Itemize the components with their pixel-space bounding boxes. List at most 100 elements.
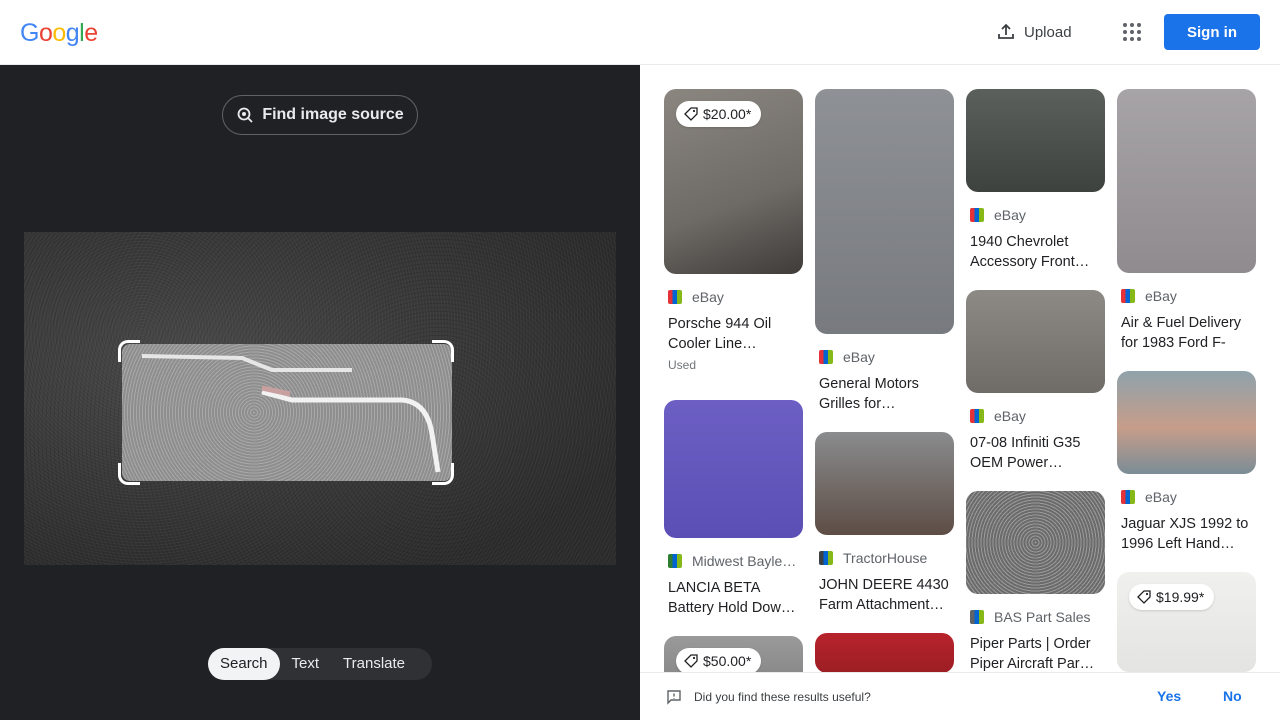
query-image-pane: Find image source Search Text Translate: [0, 65, 640, 720]
tab-translate[interactable]: Translate: [331, 648, 417, 680]
result-source-name: eBay: [1145, 288, 1177, 304]
result-card[interactable]: $50.00*: [664, 636, 803, 672]
result-thumbnail[interactable]: $20.00*: [664, 89, 803, 274]
price-tag-icon: [1137, 590, 1151, 604]
price-label: $19.99*: [1156, 589, 1205, 605]
result-source-name: eBay: [692, 289, 724, 305]
feedback-yes-button[interactable]: Yes: [1157, 688, 1181, 704]
crop-handle-top-left[interactable]: [118, 340, 140, 362]
site-favicon-icon: [970, 409, 984, 423]
site-favicon-icon: [668, 290, 682, 304]
results-column: eBay 1940 Chevrolet Accessory Front… eBay 0…: [966, 89, 1105, 672]
site-favicon-icon: [970, 208, 984, 222]
result-condition: Used: [668, 358, 697, 372]
tab-search[interactable]: Search: [208, 648, 280, 680]
result-title[interactable]: Porsche 944 Oil Cooler Line…: [668, 314, 803, 354]
query-photo: [24, 232, 616, 565]
price-badge: $50.00*: [676, 648, 762, 672]
price-badge: $20.00*: [676, 101, 762, 127]
result-source-name: TractorHouse: [843, 550, 928, 566]
result-thumbnail[interactable]: $19.99*: [1117, 572, 1256, 672]
sign-in-button[interactable]: Sign in: [1164, 14, 1260, 50]
result-card[interactable]: eBay 07-08 Infiniti G35 OEM Power…: [966, 290, 1105, 473]
result-title[interactable]: JOHN DEERE 4430 Farm Attachment…: [819, 575, 954, 615]
result-source-name: eBay: [1145, 489, 1177, 505]
result-title[interactable]: General Motors Grilles for…: [819, 374, 954, 414]
mode-switcher: Search Text Translate: [208, 648, 432, 680]
result-source[interactable]: eBay: [819, 348, 954, 366]
result-thumbnail[interactable]: [966, 89, 1105, 192]
result-thumbnail[interactable]: [815, 633, 954, 672]
upload-icon: [998, 23, 1014, 39]
result-title[interactable]: Air & Fuel Delivery for 1983 Ford F-15…: [1121, 313, 1256, 353]
result-thumbnail[interactable]: [966, 290, 1105, 393]
apps-grid-icon[interactable]: [1116, 16, 1148, 48]
site-favicon-icon: [819, 350, 833, 364]
result-card[interactable]: $20.00* eBay Porsche 944 Oil Cooler Line… U…: [664, 89, 803, 372]
feedback-icon: [667, 690, 681, 705]
result-source[interactable]: Midwest Bayle…: [668, 552, 803, 570]
site-favicon-icon: [819, 551, 833, 565]
crop-handle-bottom-right[interactable]: [432, 463, 454, 485]
result-card[interactable]: eBay Air & Fuel Delivery for 1983 Ford F-…: [1117, 89, 1256, 353]
crop-selection[interactable]: [122, 344, 452, 481]
crop-handle-top-right[interactable]: [432, 340, 454, 362]
result-title[interactable]: 07-08 Infiniti G35 OEM Power…: [970, 433, 1105, 473]
result-card[interactable]: BAS Part Sales Piper Parts | Order Piper …: [966, 491, 1105, 672]
result-source-name: eBay: [994, 408, 1026, 424]
result-title[interactable]: Piper Parts | Order Piper Aircraft Par…: [970, 634, 1105, 672]
result-source[interactable]: BAS Part Sales: [970, 608, 1105, 626]
result-thumbnail[interactable]: [815, 89, 954, 334]
result-card[interactable]: Midwest Bayle… LANCIA BETA Battery Hold D…: [664, 400, 803, 618]
site-favicon-icon: [1121, 490, 1135, 504]
results-column: $20.00* eBay Porsche 944 Oil Cooler Line… U…: [664, 89, 803, 672]
find-image-source-label: Find image source: [262, 106, 404, 123]
site-favicon-icon: [1121, 289, 1135, 303]
result-source-name: Midwest Bayle…: [692, 553, 797, 569]
lens-search-icon: [237, 107, 253, 123]
result-title[interactable]: Jaguar XJS 1992 to 1996 Left Hand…: [1121, 514, 1256, 554]
result-source[interactable]: eBay: [1121, 287, 1256, 305]
feedback-question: Did you find these results useful?: [694, 689, 871, 704]
result-card[interactable]: eBay 1940 Chevrolet Accessory Front…: [966, 89, 1105, 272]
result-thumbnail[interactable]: [815, 432, 954, 535]
result-source[interactable]: eBay: [970, 407, 1105, 425]
result-source-name: BAS Part Sales: [994, 609, 1091, 625]
result-thumbnail[interactable]: [1117, 89, 1256, 273]
results-column: eBay Air & Fuel Delivery for 1983 Ford F-…: [1117, 89, 1256, 672]
price-label: $50.00*: [703, 653, 752, 669]
google-logo[interactable]: Google: [20, 19, 98, 48]
result-card[interactable]: $19.99*: [1117, 572, 1256, 672]
result-thumbnail[interactable]: $50.00*: [664, 636, 803, 672]
result-title[interactable]: 1940 Chevrolet Accessory Front…: [970, 232, 1105, 272]
results-column: eBay General Motors Grilles for… TractorHo…: [815, 89, 954, 672]
visual-matches: $20.00* eBay Porsche 944 Oil Cooler Line… U…: [640, 65, 1280, 672]
upload-label: Upload: [1024, 23, 1072, 41]
result-source-name: eBay: [843, 349, 875, 365]
crop-handle-bottom-left[interactable]: [118, 463, 140, 485]
result-source-name: eBay: [994, 207, 1026, 223]
top-bar: Google Upload Sign in: [0, 0, 1280, 65]
result-thumbnail[interactable]: [1117, 371, 1256, 474]
result-source[interactable]: eBay: [668, 288, 803, 306]
result-card[interactable]: [815, 633, 954, 672]
result-source[interactable]: TractorHouse: [819, 549, 954, 567]
result-thumbnail[interactable]: [966, 491, 1105, 594]
tab-text[interactable]: Text: [280, 648, 332, 680]
result-card[interactable]: eBay General Motors Grilles for…: [815, 89, 954, 414]
price-label: $20.00*: [703, 106, 752, 122]
site-favicon-icon: [970, 610, 984, 624]
feedback-no-button[interactable]: No: [1223, 688, 1242, 704]
upload-button[interactable]: Upload: [988, 14, 1080, 50]
price-badge: $19.99*: [1129, 584, 1215, 610]
result-source[interactable]: eBay: [970, 206, 1105, 224]
feedback-bar: Did you find these results useful? Yes N…: [640, 672, 1280, 720]
result-source[interactable]: eBay: [1121, 488, 1256, 506]
result-title[interactable]: LANCIA BETA Battery Hold Dow…: [668, 578, 803, 618]
find-image-source-button[interactable]: Find image source: [222, 95, 418, 135]
price-tag-icon: [684, 654, 698, 668]
result-card[interactable]: eBay Jaguar XJS 1992 to 1996 Left Hand…: [1117, 371, 1256, 554]
site-favicon-icon: [668, 554, 682, 568]
result-thumbnail[interactable]: [664, 400, 803, 538]
result-card[interactable]: TractorHouse JOHN DEERE 4430 Farm Attachm…: [815, 432, 954, 615]
